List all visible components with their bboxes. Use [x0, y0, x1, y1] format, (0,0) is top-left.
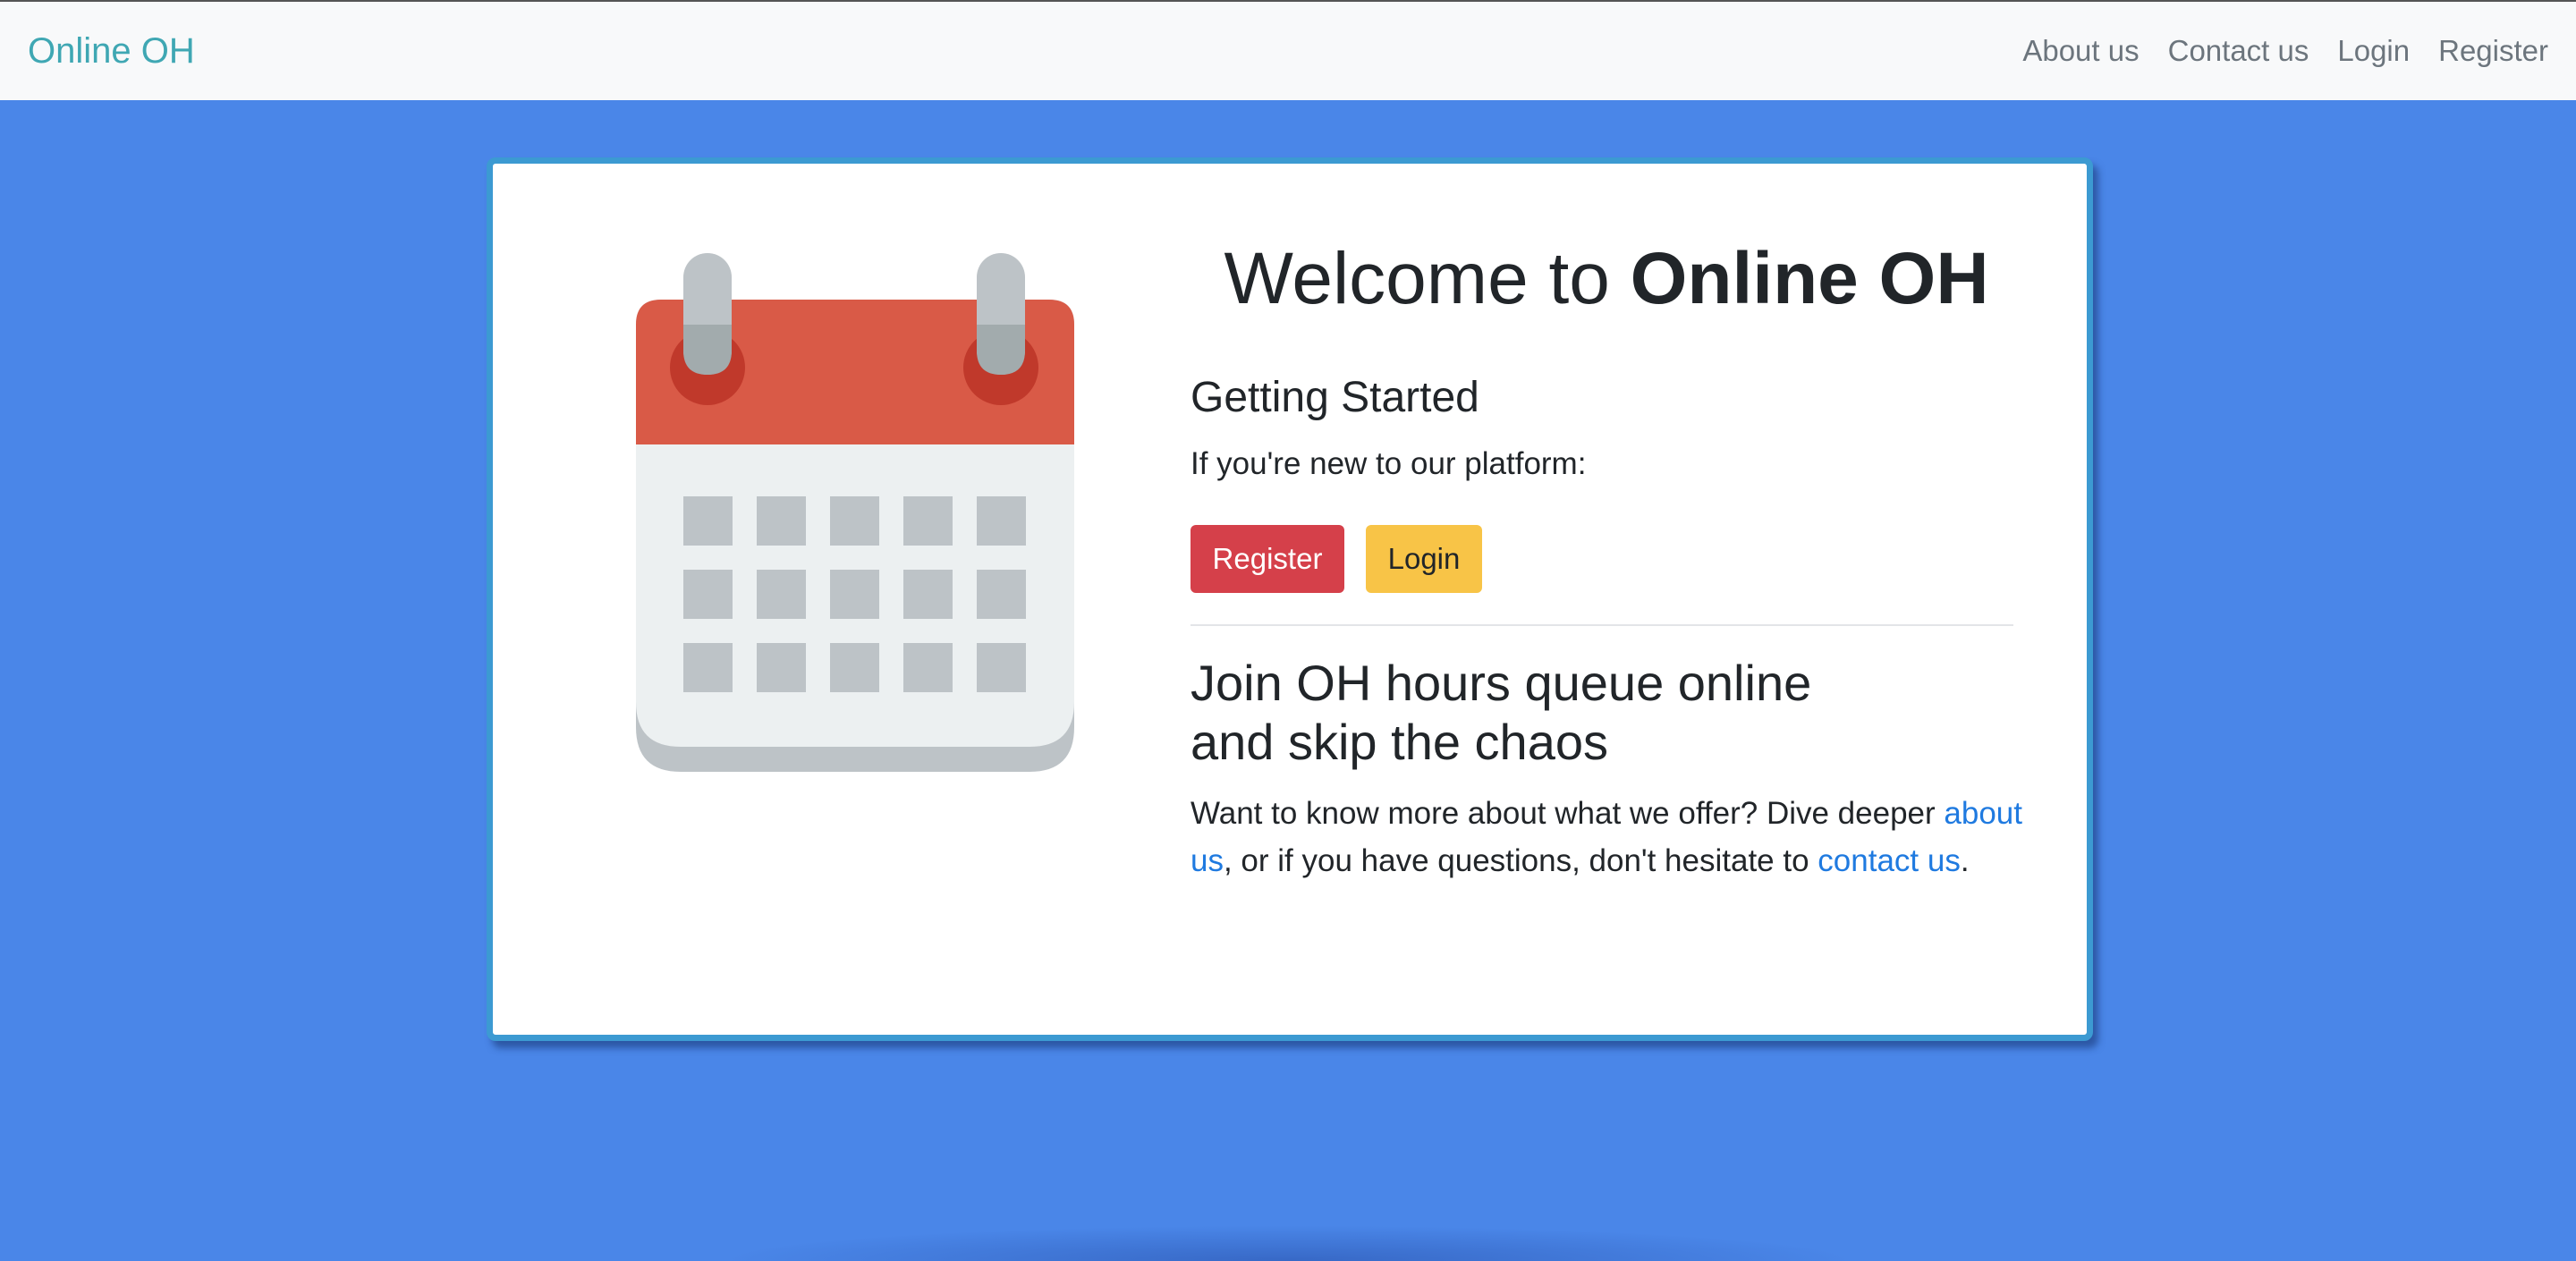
register-button[interactable]: Register: [1191, 525, 1344, 593]
nav-contact-us-link[interactable]: Contact us: [2168, 34, 2309, 68]
calendar-ring-right-shade: [977, 325, 1025, 375]
day-cell: [830, 496, 879, 546]
day-cell: [903, 570, 953, 619]
calendar-icon: [636, 253, 1074, 772]
day-cell: [683, 496, 733, 546]
day-cell: [757, 643, 806, 692]
welcome-prefix: Welcome to: [1224, 238, 1631, 319]
login-button[interactable]: Login: [1366, 525, 1482, 593]
description-text: Want to know more about what we offer? D…: [1191, 790, 2022, 884]
nav-login-link[interactable]: Login: [2337, 34, 2410, 68]
day-cell: [977, 496, 1026, 546]
day-cell: [830, 570, 879, 619]
description-part1: Want to know more about what we offer? D…: [1191, 796, 1945, 831]
contact-us-link[interactable]: contact us: [1818, 843, 1961, 878]
nav-register-link[interactable]: Register: [2438, 34, 2548, 68]
day-cell: [977, 643, 1026, 692]
getting-started-heading: Getting Started: [1191, 374, 1479, 421]
day-cell: [683, 643, 733, 692]
welcome-heading: Welcome to Online OH: [1191, 237, 2022, 321]
join-queue-heading: Join OH hours queue online and skip the …: [1191, 654, 1996, 772]
day-cell: [903, 496, 953, 546]
nav-links: About us Contact us Login Register: [2022, 34, 2548, 68]
calendar-ring-left-shade: [683, 325, 732, 375]
day-cell: [683, 570, 733, 619]
join-queue-heading-line2: and skip the chaos: [1191, 714, 1608, 770]
background-glow: [716, 1225, 1860, 1261]
join-queue-heading-line1: Join OH hours queue online: [1191, 655, 1812, 711]
day-cell: [757, 570, 806, 619]
nav-about-us-link[interactable]: About us: [2022, 34, 2139, 68]
day-cell: [757, 496, 806, 546]
brand-link[interactable]: Online OH: [28, 31, 195, 72]
day-cell: [977, 570, 1026, 619]
intro-text: If you're new to our platform:: [1191, 446, 1587, 481]
welcome-card: Welcome to Online OH Getting Started If …: [487, 157, 2093, 1041]
description-part3: .: [1960, 843, 1970, 878]
day-cell: [830, 643, 879, 692]
description-part2: , or if you have questions, don't hesita…: [1223, 843, 1818, 878]
welcome-brand: Online OH: [1630, 238, 1989, 319]
section-divider: [1191, 624, 2013, 626]
top-navbar: Online OH About us Contact us Login Regi…: [0, 0, 2576, 100]
day-cell: [903, 643, 953, 692]
